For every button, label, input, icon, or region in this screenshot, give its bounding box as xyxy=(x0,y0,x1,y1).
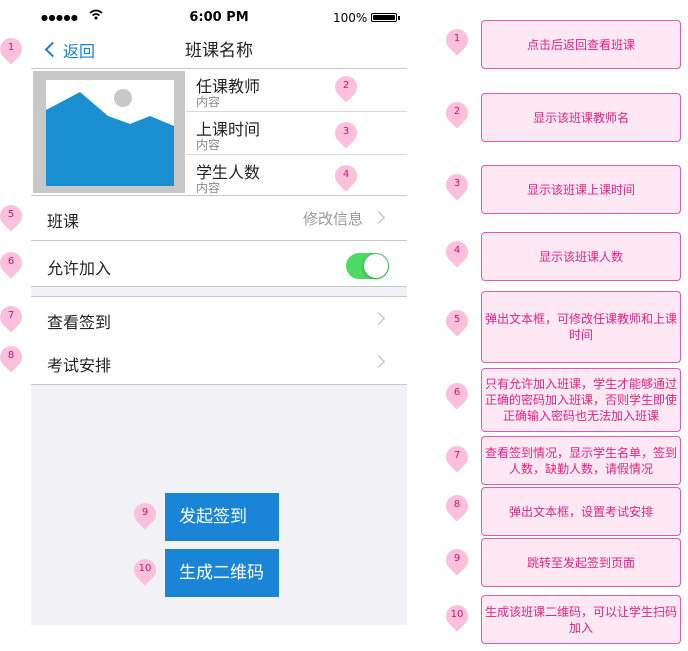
allow-join-label: 允许加入 xyxy=(47,259,112,278)
annotation-number: 9 xyxy=(453,553,461,564)
marker-number: 1 xyxy=(7,42,15,53)
time-value: 内容 xyxy=(196,138,221,152)
marker-number: 5 xyxy=(7,209,15,220)
annotation-note: 只有允许加入班课，学生才能够通过正确的密码加入班课，否则学生即使正确输入密码也无… xyxy=(481,368,681,432)
marker-number: 6 xyxy=(7,256,15,267)
teacher-value: 内容 xyxy=(196,95,221,109)
annotation-number: 7 xyxy=(453,450,461,461)
annotation-note: 弹出文本框，设置考试安排 xyxy=(481,487,681,536)
allow-join-row: 允许加入 xyxy=(31,241,407,287)
image-placeholder-graphic xyxy=(46,89,174,186)
students-value: 内容 xyxy=(196,181,221,195)
battery-tip xyxy=(398,16,400,20)
annotation-number: 4 xyxy=(453,245,461,256)
battery-level xyxy=(373,15,395,20)
attendance-row[interactable]: 查看签到 xyxy=(31,296,407,342)
students-row: 学生人数 内容 xyxy=(186,155,407,197)
marker-number: 10 xyxy=(138,563,152,574)
chevron-right-icon xyxy=(372,312,385,325)
annotation-number: 10 xyxy=(450,609,464,620)
annotation-number: 6 xyxy=(453,387,461,398)
nav-bar: 返回 班课名称 xyxy=(31,34,407,69)
annotation-note: 查看签到情况，显示学生名单，签到人数，缺勤人数，请假情况 xyxy=(481,436,681,485)
marker-number: 8 xyxy=(7,350,15,361)
page-title: 班课名称 xyxy=(185,41,253,61)
marker-number: 9 xyxy=(141,507,149,518)
start-signin-button[interactable]: 发起签到 xyxy=(165,493,279,541)
annotation-number: 5 xyxy=(453,314,461,325)
teacher-row: 任课教师 内容 xyxy=(186,69,407,112)
annotation-number: 8 xyxy=(453,499,461,510)
course-photo[interactable] xyxy=(33,71,185,193)
annotation-number: 3 xyxy=(453,178,461,189)
annotation-note: 显示该班课人数 xyxy=(481,232,681,281)
annotation-note: 显示该班课教师名 xyxy=(481,93,681,142)
image-placeholder-icon xyxy=(46,80,174,186)
annotation-number: 1 xyxy=(453,33,461,44)
marker-number: 3 xyxy=(342,126,350,137)
chevron-right-icon xyxy=(372,211,385,224)
annotation-number: 2 xyxy=(453,106,461,117)
annotation-note: 跳转至发起签到页面 xyxy=(481,538,681,587)
attendance-label: 查看签到 xyxy=(47,313,112,332)
time-row: 上课时间 内容 xyxy=(186,112,407,155)
allow-join-toggle[interactable] xyxy=(346,253,389,279)
annotation-note: 弹出文本框，可修改任课教师和上课时间 xyxy=(481,291,681,363)
battery-icon xyxy=(371,13,397,22)
generate-qr-button[interactable]: 生成二维码 xyxy=(165,549,279,597)
annotation-note: 生成该班课二维码，可以让学生扫码加入 xyxy=(481,595,681,644)
annotation-note: 点击后返回查看班课 xyxy=(481,20,681,69)
marker-number: 2 xyxy=(342,80,350,91)
exam-label: 考试安排 xyxy=(47,356,112,375)
edit-info-label: 修改信息 xyxy=(302,210,363,228)
marker-number: 7 xyxy=(7,310,15,321)
class-label: 班课 xyxy=(47,212,80,231)
exam-row[interactable]: 考试安排 xyxy=(31,341,407,385)
class-edit-row[interactable]: 班课 修改信息 xyxy=(31,196,407,241)
status-bar: ●●●●● 6:00 PM 100% xyxy=(31,0,407,34)
chevron-right-icon xyxy=(372,355,385,368)
marker-number: 4 xyxy=(342,169,350,180)
annotation-note: 显示该班课上课时间 xyxy=(481,165,681,214)
battery-percent: 100% xyxy=(333,11,368,25)
toggle-knob xyxy=(364,254,388,278)
